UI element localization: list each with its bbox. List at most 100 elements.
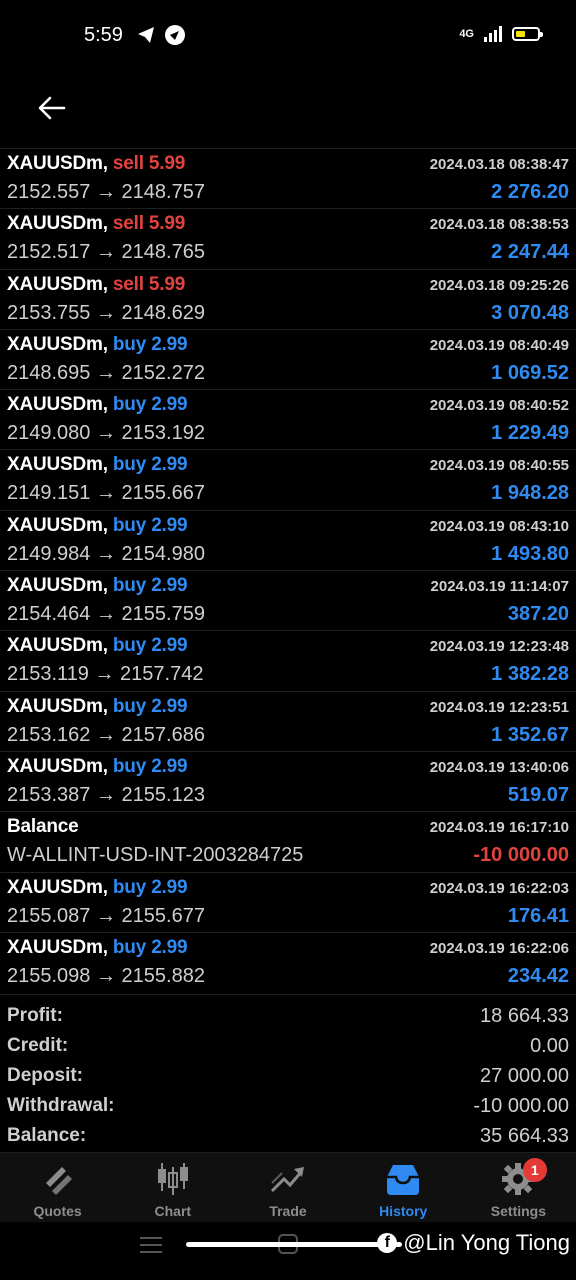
trade-prices: 2153.162 → 2157.686 xyxy=(7,723,205,746)
trade-prices: 2149.080 → 2153.192 xyxy=(7,422,205,445)
facebook-icon: f xyxy=(377,1233,398,1253)
trade-volume: 5.99 xyxy=(148,273,186,295)
trade-prices: 2153.755 → 2148.629 xyxy=(7,301,205,324)
trade-prices: 2148.695 → 2152.272 xyxy=(7,361,205,384)
status-time: 5:59 xyxy=(84,24,123,46)
trade-row[interactable]: XAUUSDm, buy 2.99 2148.695 → 2152.272 2024… xyxy=(0,328,576,389)
nav-trade[interactable]: Trade xyxy=(230,1153,345,1222)
nav-chart[interactable]: Chart xyxy=(115,1153,230,1222)
trade-volume: 2.99 xyxy=(151,635,188,657)
trade-datetime: 2024.03.19 11:14:07 xyxy=(430,578,569,596)
history-inbox-icon xyxy=(387,1165,420,1195)
symbol-name: XAUUSDm, xyxy=(7,333,108,355)
nav-settings-label: Settings xyxy=(490,1203,547,1219)
trade-symbol: XAUUSDm, sell 5.99 xyxy=(7,153,185,175)
trade-row[interactable]: XAUUSDm, sell 5.99 2153.755 → 2148.629 202… xyxy=(0,268,576,329)
back-arrow-icon[interactable] xyxy=(36,92,68,124)
symbol-name: XAUUSDm, xyxy=(7,514,108,536)
symbol-name: XAUUSDm, xyxy=(7,635,108,657)
symbol-name: XAUUSDm, xyxy=(7,454,108,476)
trade-row[interactable]: XAUUSDm, buy 2.99 2149.984 → 2154.980 2024… xyxy=(0,509,576,570)
trade-side: buy xyxy=(112,695,147,717)
trade-symbol: XAUUSDm, buy 2.99 xyxy=(7,394,188,416)
trade-profit: 1 352.67 xyxy=(491,723,569,746)
nav-quotes-label: Quotes xyxy=(33,1203,82,1219)
trade-profit: 1 229.49 xyxy=(491,422,569,445)
home-gesture-pill[interactable] xyxy=(186,1242,402,1247)
trade-datetime: 2024.03.18 08:38:47 xyxy=(429,156,569,173)
trade-datetime: 2024.03.19 16:22:03 xyxy=(429,879,569,897)
nav-quotes[interactable]: Quotes xyxy=(0,1153,115,1222)
trade-prices: W-ALLINT-USD-INT-2003284725 xyxy=(7,844,304,867)
trade-symbol: XAUUSDm, buy 2.99 xyxy=(7,454,188,476)
trade-row[interactable]: XAUUSDm, sell 5.99 2152.557 → 2148.757 202… xyxy=(0,148,576,208)
trade-datetime: 2024.03.19 12:23:51 xyxy=(429,698,569,716)
trade-row[interactable]: Balance W-ALLINT-USD-INT-2003284725 2024.0… xyxy=(0,811,576,871)
trade-profit: 387.20 xyxy=(507,603,569,626)
status-app-icons xyxy=(136,24,186,46)
trade-side: buy xyxy=(112,635,147,657)
trade-row[interactable]: XAUUSDm, sell 5.99 2152.517 → 2148.765 202… xyxy=(0,208,576,268)
symbol-name: XAUUSDm, xyxy=(7,153,108,174)
trade-symbol: Balance xyxy=(7,816,79,838)
trade-datetime: 2024.03.18 08:38:53 xyxy=(429,216,569,234)
app-notification-icon xyxy=(165,25,185,45)
trade-prices: 2154.464 → 2155.759 xyxy=(7,603,205,626)
status-bar: 5:59 4G xyxy=(0,0,576,72)
trade-side: sell xyxy=(112,213,144,235)
bottom-nav: Quotes Chart Trade History 1 Settings xyxy=(0,1152,576,1222)
trade-profit: 519.07 xyxy=(507,783,569,806)
summary-value: 27 000.00 xyxy=(480,1065,569,1087)
trade-row[interactable]: XAUUSDm, buy 2.99 2153.387 → 2155.123 2024… xyxy=(0,750,576,811)
trade-side: sell xyxy=(112,273,144,295)
trade-row[interactable]: XAUUSDm, buy 2.99 2149.151 → 2155.667 2024… xyxy=(0,449,576,509)
trade-symbol: XAUUSDm, sell 5.99 xyxy=(7,213,185,235)
summary-row: Withdrawal: -10 000.00 xyxy=(0,1089,576,1119)
trade-volume: 2.99 xyxy=(151,695,188,717)
summary-row: Balance: 35 664.33 xyxy=(0,1119,576,1149)
trade-side: buy xyxy=(112,333,147,355)
symbol-name: Balance xyxy=(7,816,79,838)
telegram-icon xyxy=(138,27,154,43)
trade-side: buy xyxy=(112,936,147,958)
trade-symbol: XAUUSDm, buy 2.99 xyxy=(7,876,188,899)
summary-row: Credit: 0.00 xyxy=(0,1029,576,1059)
trade-side: buy xyxy=(112,394,147,416)
trade-volume: 2.99 xyxy=(151,394,188,416)
trade-row[interactable]: XAUUSDm, buy 2.99 2153.119 → 2157.742 2024… xyxy=(0,630,576,690)
trade-row[interactable]: XAUUSDm, buy 2.99 2149.080 → 2153.192 2024… xyxy=(0,389,576,449)
quotes-icon xyxy=(45,1167,72,1195)
summary-value: -10 000.00 xyxy=(473,1095,569,1117)
trade-symbol: XAUUSDm, buy 2.99 xyxy=(7,936,188,959)
summary-value: 35 664.33 xyxy=(480,1125,569,1147)
symbol-name: XAUUSDm, xyxy=(7,695,108,717)
trade-row[interactable]: XAUUSDm, buy 2.99 2154.464 → 2155.759 2024… xyxy=(0,570,576,630)
trade-datetime: 2024.03.18 09:25:26 xyxy=(429,276,569,294)
symbol-name: XAUUSDm, xyxy=(7,755,108,777)
trade-row[interactable]: XAUUSDm, buy 2.99 2155.087 → 2155.677 2024… xyxy=(0,871,576,932)
trade-row[interactable]: XAUUSDm, buy 2.99 2153.162 → 2157.686 2024… xyxy=(0,690,576,751)
trade-profit: 234.42 xyxy=(507,964,569,987)
trade-datetime: 2024.03.19 16:17:10 xyxy=(429,819,569,837)
trade-profit: 3 070.48 xyxy=(491,301,569,324)
settings-notification-badge: 1 xyxy=(522,1158,547,1182)
trade-symbol: XAUUSDm, sell 5.99 xyxy=(7,274,185,296)
watermark-text: @Lin Yong Tiong xyxy=(403,1230,570,1255)
trade-volume: 2.99 xyxy=(151,936,188,958)
trade-datetime: 2024.03.19 08:43:10 xyxy=(429,517,569,535)
trade-datetime: 2024.03.19 08:40:49 xyxy=(429,336,569,354)
trade-side: buy xyxy=(112,454,147,476)
menu-icon[interactable] xyxy=(140,1236,162,1254)
trade-datetime: 2024.03.19 08:40:52 xyxy=(429,397,569,415)
trade-row[interactable]: XAUUSDm, buy 2.99 2155.098 → 2155.882 2024… xyxy=(0,931,576,992)
symbol-name: XAUUSDm, xyxy=(7,876,108,898)
trade-symbol: XAUUSDm, buy 2.99 xyxy=(7,514,188,537)
nav-history[interactable]: History xyxy=(346,1153,461,1222)
signal-icon xyxy=(484,26,502,42)
nav-history-label: History xyxy=(379,1203,428,1219)
trade-volume: 2.99 xyxy=(151,575,188,597)
nav-settings[interactable]: 1 Settings xyxy=(461,1153,576,1222)
trade-prices: 2149.984 → 2154.980 xyxy=(7,542,205,565)
trade-prices: 2155.098 → 2155.882 xyxy=(7,964,205,987)
trade-volume: 2.99 xyxy=(151,755,188,777)
